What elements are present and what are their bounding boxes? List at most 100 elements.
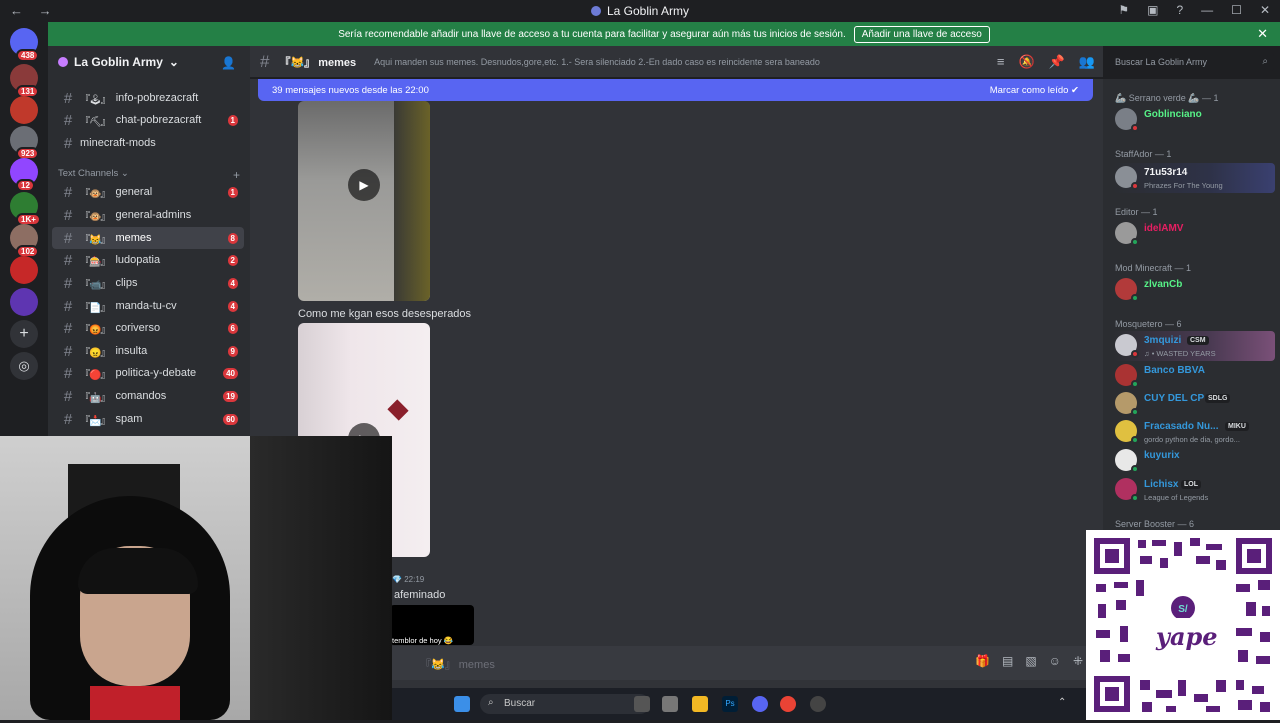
search-icon: ⌕	[488, 697, 494, 708]
gif-icon[interactable]: ▤	[1002, 654, 1013, 668]
task-view-icon[interactable]	[634, 696, 650, 712]
direct-messages-button[interactable]: 438	[10, 28, 40, 62]
help-icon[interactable]: ?	[1176, 3, 1183, 17]
heart-decoration	[387, 399, 409, 421]
channel-item[interactable]: # 『😠』 insulta 9	[52, 340, 244, 362]
channel-item-active[interactable]: # 『😹』 memes 8	[52, 227, 244, 249]
unread-badge: 2	[227, 254, 238, 266]
channel-item[interactable]: # 『🔴』 politica-y-debate 40	[52, 362, 244, 384]
member-item[interactable]: Lichisx LOL League of Legends	[1113, 475, 1275, 505]
tray-chevron-icon[interactable]: ⌃	[1058, 697, 1066, 708]
forward-arrow-icon[interactable]: →	[39, 3, 52, 18]
server-icon[interactable]: 923	[10, 126, 40, 160]
member-item[interactable]: CUY DEL CP SDLG	[1113, 389, 1275, 419]
member-name: CUY DEL CP	[1144, 393, 1205, 404]
search-input[interactable]: Buscar La Goblin Army ⌕	[1108, 53, 1274, 71]
unread-badge: 4	[227, 277, 238, 289]
play-icon[interactable]: ▶	[348, 169, 380, 201]
channel-item[interactable]: # 『🎰』 ludopatia 2	[52, 249, 244, 271]
server-icon[interactable]: 12	[10, 158, 38, 192]
channel-item[interactable]: # 『🐵』 general-admins	[52, 204, 244, 226]
member-list-icon[interactable]: 👥	[1079, 54, 1095, 70]
channel-emoji: 『🐵』	[80, 211, 110, 223]
server-icon[interactable]: 1K+	[10, 192, 41, 226]
member-item[interactable]: zlvanCb	[1113, 275, 1275, 305]
gift-icon[interactable]: 🎁	[975, 654, 990, 668]
minimize-button[interactable]: —	[1201, 3, 1213, 17]
category-text-channels[interactable]: Text Channels ⌄ +	[58, 168, 240, 182]
add-user-icon[interactable]: 👤	[221, 56, 236, 70]
status-online-icon	[1131, 465, 1139, 473]
mark-read-button[interactable]: Marcar como leído ✔	[990, 85, 1079, 96]
member-item[interactable]: Goblinciano	[1113, 105, 1275, 135]
app-icon[interactable]	[810, 696, 826, 712]
emoji-icon[interactable]: ☺	[1049, 654, 1061, 668]
add-passkey-button[interactable]: Añadir una llave de acceso	[853, 25, 990, 43]
file-explorer-icon[interactable]	[692, 696, 708, 712]
member-item[interactable]: idelAMV	[1113, 219, 1275, 249]
unread-badge: 4	[227, 300, 238, 312]
hash-icon: #	[63, 387, 73, 405]
mute-bell-icon[interactable]: 🔕	[1018, 54, 1034, 70]
hash-icon: #	[63, 183, 73, 201]
chrome-icon[interactable]	[780, 696, 796, 712]
close-window-button[interactable]: ✕	[1260, 3, 1270, 17]
member-name: idelAMV	[1144, 223, 1184, 234]
back-arrow-icon[interactable]: ←	[10, 3, 23, 18]
channel-item[interactable]: # 『📹』 clips 4	[52, 272, 244, 294]
channel-item[interactable]: # 『📄』 manda-tu-cv 4	[52, 295, 244, 317]
nav-arrows: ← →	[10, 3, 64, 18]
guild-header[interactable]: La Goblin Army ⌄ 👤	[48, 46, 250, 78]
server-icon[interactable]: 102	[10, 224, 40, 258]
channel-item[interactable]: # 『🤖』 comandos 19	[52, 385, 244, 407]
windows-start-icon[interactable]	[454, 696, 470, 712]
channel-item[interactable]: # minecraft-mods	[52, 132, 244, 154]
channel-item[interactable]: # 『📩』 spam 60	[52, 408, 244, 430]
server-icon[interactable]	[10, 256, 38, 284]
mark-read-icon: ✔	[1071, 84, 1079, 96]
channel-item[interactable]: # 『🕹』 info-pobrezacraft	[52, 87, 244, 109]
channel-item[interactable]: # 『😡』 coriverso 6	[52, 317, 244, 339]
unread-badge: 40	[223, 367, 238, 379]
app-icon[interactable]	[662, 696, 678, 712]
video-attachment[interactable]: ▶	[298, 101, 430, 301]
member-item[interactable]: 71u53r14 Phrazes For The Young	[1113, 163, 1275, 193]
apps-icon[interactable]: ⁜	[1073, 654, 1083, 668]
explore-icon[interactable]: ◎	[10, 352, 38, 380]
threads-icon[interactable]: ≡	[997, 54, 1005, 70]
channel-name: ludopatia	[115, 254, 161, 266]
inbox-icon[interactable]: ⚑	[1118, 3, 1129, 17]
channel-name: general-admins	[115, 209, 192, 221]
photoshop-icon[interactable]: Ps	[722, 696, 738, 712]
channel-emoji: 『🎰』	[80, 256, 110, 268]
unread-badge: 1	[227, 114, 238, 126]
member-item[interactable]: Banco BBVA	[1113, 361, 1275, 391]
channel-title: 『😹』 memes	[279, 54, 356, 70]
server-icon[interactable]	[10, 288, 38, 316]
sticker-icon[interactable]: ▧	[1025, 654, 1036, 668]
screen-icon[interactable]: ▣	[1147, 3, 1158, 17]
channel-name: coriverso	[115, 322, 161, 334]
channel-emoji: 『🐵』	[80, 188, 110, 200]
member-item[interactable]: 3mquizi CSM ♫ • WASTED YEARS	[1113, 331, 1275, 361]
maximize-button[interactable]: ☐	[1231, 3, 1242, 17]
embed-preview[interactable]: temblor de hoy 😂	[390, 605, 474, 645]
channel-topic[interactable]: Aqui manden sus memes. Desnudos,gore,etc…	[374, 57, 820, 67]
channel-name: insulta	[115, 345, 148, 357]
new-messages-text: 39 mensajes nuevos desde las 22:00	[272, 84, 429, 96]
hash-icon: #	[63, 251, 73, 269]
svg-text:S/: S/	[1178, 604, 1188, 615]
pin-icon[interactable]: 📌	[1049, 54, 1065, 70]
server-icon[interactable]: 131	[10, 64, 40, 98]
channel-item[interactable]: # 『🐵』 general 1	[52, 181, 244, 203]
close-notice-icon[interactable]: ✕	[1257, 26, 1268, 42]
member-item[interactable]: kuyurix	[1113, 446, 1275, 476]
channel-item[interactable]: # 『⛏』 chat-pobrezacraft 1	[52, 109, 244, 131]
add-server-icon[interactable]: +	[10, 320, 38, 348]
create-channel-icon[interactable]: +	[233, 168, 240, 182]
server-icon[interactable]	[10, 96, 38, 124]
discord-taskbar-icon[interactable]	[752, 696, 768, 712]
taskbar-search[interactable]: ⌕ Buscar	[480, 694, 650, 714]
new-messages-bar[interactable]: 39 mensajes nuevos desde las 22:00 Marca…	[258, 79, 1093, 101]
member-item[interactable]: Fracasado Nu... MIKU gordo python de dia, …	[1113, 417, 1275, 447]
